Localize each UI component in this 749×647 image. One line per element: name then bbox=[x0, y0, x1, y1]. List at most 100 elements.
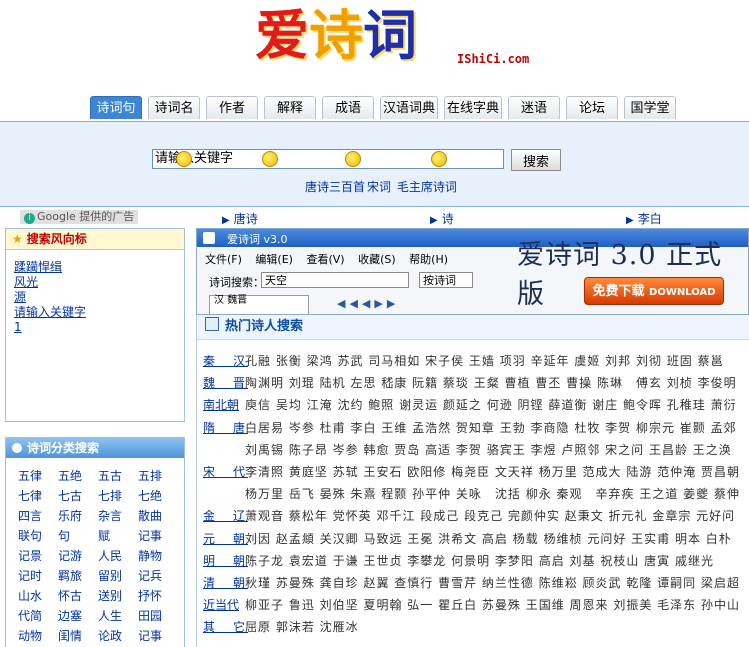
hot-poets-section: 热门诗人搜索 秦 汉孔融 张衡 梁鸿 苏武 司马相如 宋子侯 王嫱 项羽 辛延年… bbox=[196, 315, 749, 647]
star-icon: ★ bbox=[12, 232, 23, 246]
tab-idiom[interactable]: 成语 bbox=[322, 96, 374, 119]
category-item[interactable]: 五律 bbox=[18, 466, 58, 486]
trend-item[interactable]: 源 bbox=[14, 290, 184, 305]
tab-poem-title[interactable]: 诗词名 bbox=[148, 96, 200, 119]
smiley-icon bbox=[431, 151, 447, 167]
trend-item[interactable]: 1 bbox=[14, 320, 184, 335]
poet-names[interactable]: 陈子龙 袁宏道 于谦 王世贞 李攀龙 何景明 李梦阳 高启 刘基 祝枝山 唐寅 … bbox=[245, 550, 745, 572]
tab-chinese-dictionary[interactable]: 汉语词典 bbox=[380, 96, 438, 119]
dynasty-link[interactable]: 南北朝 bbox=[203, 394, 245, 416]
dynasty-link[interactable]: 其 它 bbox=[203, 616, 245, 638]
category-item[interactable]: 记景 bbox=[18, 546, 58, 566]
category-item[interactable]: 七排 bbox=[98, 486, 138, 506]
dynasty-row: 秦 汉孔融 张衡 梁鸿 苏武 司马相如 宋子侯 王嫱 项羽 辛延年 虞姬 刘邦 … bbox=[197, 350, 749, 372]
tab-author[interactable]: 作者 bbox=[206, 96, 258, 119]
dynasty-link[interactable]: 元 朝 bbox=[203, 528, 245, 550]
category-item[interactable]: 代简 bbox=[18, 606, 58, 626]
quick-links: 唐诗三百首 宋词 毛主席诗词 bbox=[305, 178, 459, 195]
ad-link-shi[interactable]: ▶ 诗 bbox=[430, 210, 454, 227]
category-item[interactable]: 论政 bbox=[98, 626, 138, 646]
category-item[interactable]: 留别 bbox=[98, 566, 138, 586]
dynasty-link[interactable]: 清 朝 bbox=[203, 572, 245, 594]
search-input[interactable] bbox=[152, 149, 504, 169]
tab-guoxue[interactable]: 国学堂 bbox=[624, 96, 676, 119]
poet-names[interactable]: 屈原 郭沫若 沈雁冰 bbox=[245, 616, 745, 638]
category-item[interactable]: 怀古 bbox=[58, 586, 98, 606]
free-download-button[interactable]: 免费下载 DOWNLOAD bbox=[584, 277, 724, 305]
poet-names[interactable]: 刘禹锡 陈子昂 岑参 韩愈 贾岛 高适 李贺 骆宾王 李煜 卢照邻 宋之问 王昌… bbox=[245, 439, 745, 461]
link-song-ci[interactable]: 宋词 bbox=[367, 180, 391, 194]
category-search-panel: 诗词分类搜索 五律 五绝 五古 五排 七律 七古 七排 七绝 四言 乐府 杂言 散曲 联句句赋记事 记景记… bbox=[5, 437, 185, 647]
trend-item[interactable]: 风光 bbox=[14, 275, 184, 290]
poet-names[interactable]: 柳亚子 鲁迅 刘伯坚 夏明翰 弘一 瞿丘白 苏曼殊 王国维 周恩来 刘振美 毛泽… bbox=[245, 594, 745, 616]
category-item[interactable]: 记游 bbox=[58, 546, 98, 566]
category-item[interactable]: 散曲 bbox=[138, 506, 178, 526]
dynasty-link[interactable]: 魏 晋 bbox=[203, 372, 245, 394]
tab-explain[interactable]: 解释 bbox=[264, 96, 316, 119]
category-item[interactable]: 赋 bbox=[98, 526, 138, 546]
poet-names[interactable]: 刘因 赵孟頫 关汉卿 马致远 王冕 洪希文 高启 杨载 杨维桢 元问好 王实甫 … bbox=[245, 528, 745, 550]
category-panel-header: 诗词分类搜索 bbox=[6, 438, 184, 458]
category-item[interactable]: 杂言 bbox=[98, 506, 138, 526]
poet-names[interactable]: 白居易 岑参 杜甫 李白 王维 孟浩然 贺知章 王勃 李商隐 杜牧 李贺 柳宗元… bbox=[245, 417, 745, 439]
smiley-icon bbox=[176, 151, 192, 167]
category-item[interactable]: 山水 bbox=[18, 586, 58, 606]
logo-char-1: 爱 bbox=[255, 3, 309, 67]
site-logo[interactable]: 爱诗词 bbox=[255, 2, 417, 70]
poet-names[interactable]: 陶渊明 刘琨 陆机 左思 嵇康 阮籍 蔡琰 王粲 曹植 曹丕 曹操 陈琳 傅玄 … bbox=[245, 372, 745, 394]
category-item[interactable]: 句 bbox=[58, 526, 98, 546]
category-item[interactable]: 羁旅 bbox=[58, 566, 98, 586]
tab-online-dictionary[interactable]: 在线字典 bbox=[444, 96, 502, 119]
category-item[interactable]: 记时 bbox=[18, 566, 58, 586]
google-ad-label[interactable]: i Google 提供的广告 bbox=[20, 210, 139, 224]
category-item[interactable]: 田园 bbox=[138, 606, 178, 626]
poet-names[interactable]: 孔融 张衡 梁鸿 苏武 司马相如 宋子侯 王嫱 项羽 辛延年 虞姬 刘邦 刘彻 … bbox=[245, 350, 745, 372]
logo-char-3: 词 bbox=[363, 3, 417, 67]
trend-item[interactable]: 蹂躏悍缉 bbox=[14, 260, 184, 275]
category-item[interactable]: 记兵 bbox=[138, 566, 178, 586]
dynasty-link[interactable]: 金 辽 bbox=[203, 505, 245, 527]
category-item[interactable]: 乐府 bbox=[58, 506, 98, 526]
category-item[interactable]: 闺情 bbox=[58, 626, 98, 646]
category-item[interactable]: 人生 bbox=[98, 606, 138, 626]
poet-names[interactable]: 李清照 黄庭坚 苏轼 王安石 欧阳修 梅尧臣 文天祥 杨万里 范成大 陆游 范仲… bbox=[245, 461, 745, 483]
category-item[interactable]: 七律 bbox=[18, 486, 58, 506]
category-item[interactable]: 静物 bbox=[138, 546, 178, 566]
tab-poem-line[interactable]: 诗词句 bbox=[90, 96, 142, 119]
dynasty-link[interactable]: 秦 汉 bbox=[203, 350, 245, 372]
category-item[interactable]: 抒怀 bbox=[138, 586, 178, 606]
category-item[interactable]: 五排 bbox=[138, 466, 178, 486]
ad-link-libai[interactable]: ▶ 李白 bbox=[626, 210, 662, 227]
category-item[interactable]: 边塞 bbox=[58, 606, 98, 626]
poet-names[interactable]: 秋瑾 苏曼殊 龚自珍 赵翼 查慎行 曹雪芹 纳兰性德 陈维崧 顾炎武 乾隆 谭嗣… bbox=[245, 572, 745, 594]
poet-names[interactable]: 杨万里 岳飞 晏殊 朱熹 程颢 孙平仲 关咏 沈括 柳永 秦观 辛弃疾 王之道 … bbox=[245, 483, 745, 505]
dynasty-link[interactable]: 隋 唐 bbox=[203, 417, 245, 439]
category-item[interactable]: 五绝 bbox=[58, 466, 98, 486]
dynasty-link[interactable]: 宋 代 bbox=[203, 461, 245, 483]
category-item[interactable]: 送别 bbox=[98, 586, 138, 606]
dynasty-link[interactable]: 近当代 bbox=[203, 594, 245, 616]
search-button[interactable]: 搜索 bbox=[511, 149, 561, 171]
software-banner-ad[interactable]: 爱诗词 v3.0 文件(F) 编辑(E) 查看(V) 收藏(S) 帮助(H) 诗… bbox=[196, 228, 749, 315]
tab-forum[interactable]: 论坛 bbox=[566, 96, 618, 119]
category-item[interactable]: 动物 bbox=[18, 626, 58, 646]
category-item[interactable]: 四言 bbox=[18, 506, 58, 526]
category-item[interactable]: 七绝 bbox=[138, 486, 178, 506]
category-item[interactable]: 七古 bbox=[58, 486, 98, 506]
play-arrow-icon: ▶ bbox=[626, 215, 634, 226]
tab-riddle[interactable]: 迷语 bbox=[508, 96, 560, 119]
trend-item[interactable]: 请输入关键字 bbox=[14, 305, 184, 320]
ad-link-tangshi[interactable]: ▶ 唐诗 bbox=[222, 210, 258, 227]
link-mao-poems[interactable]: 毛主席诗词 bbox=[397, 180, 457, 194]
menu-view: 查看(V) bbox=[306, 253, 345, 266]
poet-names[interactable]: 庾信 吴均 江淹 沈约 鲍照 谢灵运 颜延之 何逊 阴铿 薛道衡 谢庄 鲍令晖 … bbox=[245, 394, 745, 416]
category-item[interactable]: 联句 bbox=[18, 526, 58, 546]
poet-names[interactable]: 萧观音 蔡松年 党怀英 邓千江 段成己 段克己 完颜仲实 赵秉文 折元礼 金章宗… bbox=[245, 505, 745, 527]
link-tang-300[interactable]: 唐诗三百首 bbox=[305, 180, 365, 194]
dynasty-link bbox=[203, 439, 245, 461]
dynasty-link[interactable]: 明 朝 bbox=[203, 550, 245, 572]
category-item[interactable]: 人民 bbox=[98, 546, 138, 566]
category-item[interactable]: 记事 bbox=[138, 626, 178, 646]
category-item[interactable]: 五古 bbox=[98, 466, 138, 486]
category-item[interactable]: 记事 bbox=[138, 526, 178, 546]
